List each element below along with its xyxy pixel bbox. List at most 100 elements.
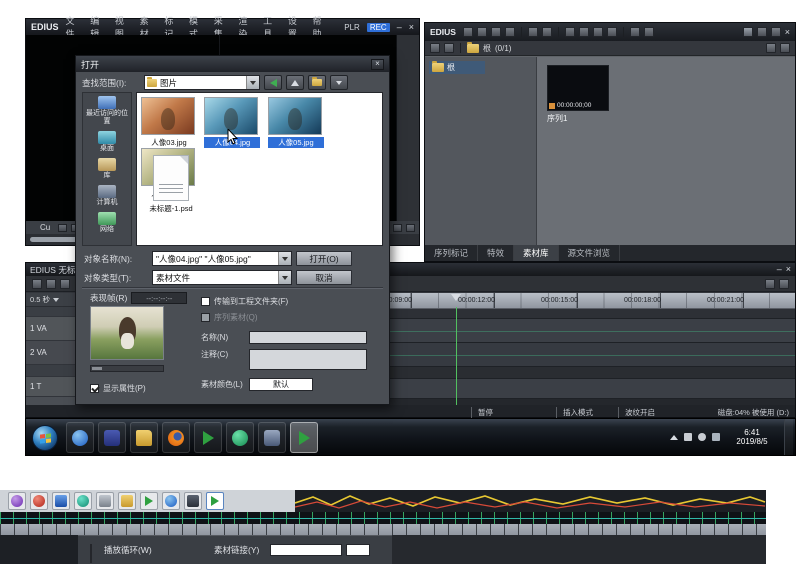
dialog-close-button[interactable]: × — [371, 59, 384, 70]
filetype-combobox[interactable]: 素材文件 — [152, 270, 292, 285]
taskbar-clock[interactable]: 6:41 2019/8/5 — [726, 428, 778, 446]
track-settings-icon[interactable] — [765, 279, 775, 289]
tab-source-browser[interactable]: 源文件浏览 — [559, 245, 621, 261]
strip-app-icon-4[interactable] — [74, 492, 92, 510]
filename-dropdown-button[interactable] — [278, 252, 291, 265]
transfer-row[interactable]: 传输到工程文件夹(F) — [201, 296, 288, 307]
filetype-dropdown-button[interactable] — [278, 271, 291, 284]
timeline-minimize-button[interactable]: – — [777, 265, 782, 274]
folder-tree-icon[interactable] — [444, 43, 454, 53]
filename-combobox[interactable]: "人像04.jpg" "人像05.jpg" — [152, 251, 292, 266]
tab-sequence-marker[interactable]: 序列标记 — [425, 245, 478, 261]
cut-icon[interactable] — [565, 27, 575, 37]
loop-checkbox[interactable] — [90, 544, 92, 563]
view-menu-icon[interactable] — [330, 75, 348, 90]
network-icon[interactable] — [712, 433, 720, 441]
look-in-dropdown-button[interactable] — [246, 76, 259, 89]
preview-scrub-handle[interactable] — [92, 367, 102, 370]
strip-app-icon-3[interactable] — [52, 492, 70, 510]
clip-link-input-2[interactable] — [346, 544, 370, 556]
filter-icon[interactable] — [766, 43, 776, 53]
back-icon[interactable] — [264, 75, 282, 90]
browser-icon[interactable] — [66, 422, 94, 453]
place-network[interactable]: 网络 — [83, 212, 131, 234]
cancel-button[interactable]: 取消 — [296, 270, 352, 285]
dialog-titlebar[interactable]: 打开 × — [76, 56, 389, 72]
strip-app-icon-6[interactable] — [118, 492, 136, 510]
timeline-options-icon[interactable] — [779, 279, 789, 289]
redo-icon[interactable] — [60, 279, 70, 289]
name-input[interactable] — [249, 331, 367, 344]
properties-icon[interactable] — [644, 27, 654, 37]
place-recent[interactable]: 最近访问的位置 — [83, 96, 131, 126]
playhead-handle[interactable] — [451, 294, 461, 301]
undo-icon[interactable] — [46, 279, 56, 289]
up-one-level-icon[interactable] — [286, 75, 304, 90]
undo-icon[interactable] — [630, 27, 640, 37]
strip-app-icon-1[interactable] — [8, 492, 26, 510]
playhead-line[interactable] — [456, 307, 457, 405]
clip-thumbnail[interactable]: 00:00:00;00 — [547, 65, 609, 111]
action-center-icon[interactable] — [684, 433, 692, 441]
video-app-icon[interactable] — [258, 422, 286, 453]
bin-close-button[interactable]: × — [785, 28, 790, 37]
clip-color-button[interactable]: 默认 — [249, 378, 313, 391]
file-list[interactable]: 人像03.jpg 人像04.jpg 人像05.jpg 人像06.jpg 未标题-… — [136, 92, 383, 246]
title-icon[interactable] — [528, 27, 538, 37]
explorer-icon[interactable] — [130, 422, 158, 453]
track-header-1t[interactable]: 1 T — [26, 377, 78, 397]
file-thumbnail[interactable] — [268, 97, 322, 135]
list-view-icon[interactable] — [757, 27, 767, 37]
tray-expand-icon[interactable] — [670, 435, 678, 440]
search-icon[interactable] — [491, 27, 501, 37]
tree-item-root[interactable]: 根 — [429, 61, 485, 74]
delete-icon[interactable] — [607, 27, 617, 37]
track-header-1va[interactable]: 1 VA — [26, 317, 78, 341]
export-button[interactable] — [406, 224, 415, 232]
new-folder-icon[interactable] — [308, 75, 326, 90]
chat-app-icon[interactable] — [226, 422, 254, 453]
show-properties-row[interactable]: 显示属性(P) — [90, 383, 146, 394]
save-icon[interactable] — [32, 279, 42, 289]
transfer-to-project-checkbox[interactable] — [201, 297, 210, 306]
strip-app-icon-2[interactable] — [30, 492, 48, 510]
close-button[interactable]: × — [409, 23, 414, 32]
thumbnail-view-icon[interactable] — [743, 27, 753, 37]
bin-clip-area[interactable]: 00:00:00;00 序列1 — [537, 57, 795, 245]
strip-app-icon-5[interactable] — [96, 492, 114, 510]
loop-button[interactable] — [393, 224, 402, 232]
comment-input[interactable] — [249, 349, 367, 370]
strip-app-icon-10[interactable] — [206, 492, 224, 510]
minimize-button[interactable]: – — [397, 23, 402, 32]
paste-icon[interactable] — [593, 27, 603, 37]
start-button[interactable] — [32, 425, 58, 451]
file-item[interactable]: 人像03.jpg — [141, 97, 197, 148]
place-computer[interactable]: 计算机 — [83, 185, 131, 207]
copy-icon[interactable] — [579, 27, 589, 37]
rewind-button[interactable] — [58, 224, 67, 232]
show-desktop-button[interactable] — [784, 419, 793, 455]
open-icon[interactable] — [477, 27, 487, 37]
folder-up-icon[interactable] — [430, 43, 440, 53]
file-thumbnail[interactable] — [141, 97, 195, 135]
strip-app-icon-9[interactable] — [184, 492, 202, 510]
clip-link-input[interactable] — [270, 544, 342, 556]
media-player-icon[interactable] — [194, 422, 222, 453]
sort-icon[interactable] — [771, 27, 781, 37]
refresh-icon[interactable] — [780, 43, 790, 53]
file-item[interactable]: 未标题-1.psd — [143, 155, 199, 214]
open-button[interactable]: 打开(O) — [296, 251, 352, 266]
new-clip-icon[interactable] — [463, 27, 473, 37]
timeline-scale-select[interactable]: 0.5 秒 — [26, 293, 78, 307]
file-item-selected[interactable]: 人像05.jpg — [268, 97, 324, 148]
firefox-icon[interactable] — [162, 422, 190, 453]
clip-card-sequence[interactable]: 00:00:00;00 序列1 — [547, 65, 609, 124]
show-properties-checkbox[interactable] — [90, 384, 99, 393]
look-in-combobox[interactable]: 图片 — [144, 75, 260, 90]
tab-bin[interactable]: 素材库 — [514, 245, 559, 261]
place-desktop[interactable]: 桌面 — [83, 131, 131, 153]
timeline-close-button[interactable]: × — [786, 265, 791, 274]
new-sequence-icon[interactable] — [542, 27, 552, 37]
psd-file-icon[interactable] — [153, 155, 189, 201]
volume-icon[interactable] — [698, 433, 706, 441]
